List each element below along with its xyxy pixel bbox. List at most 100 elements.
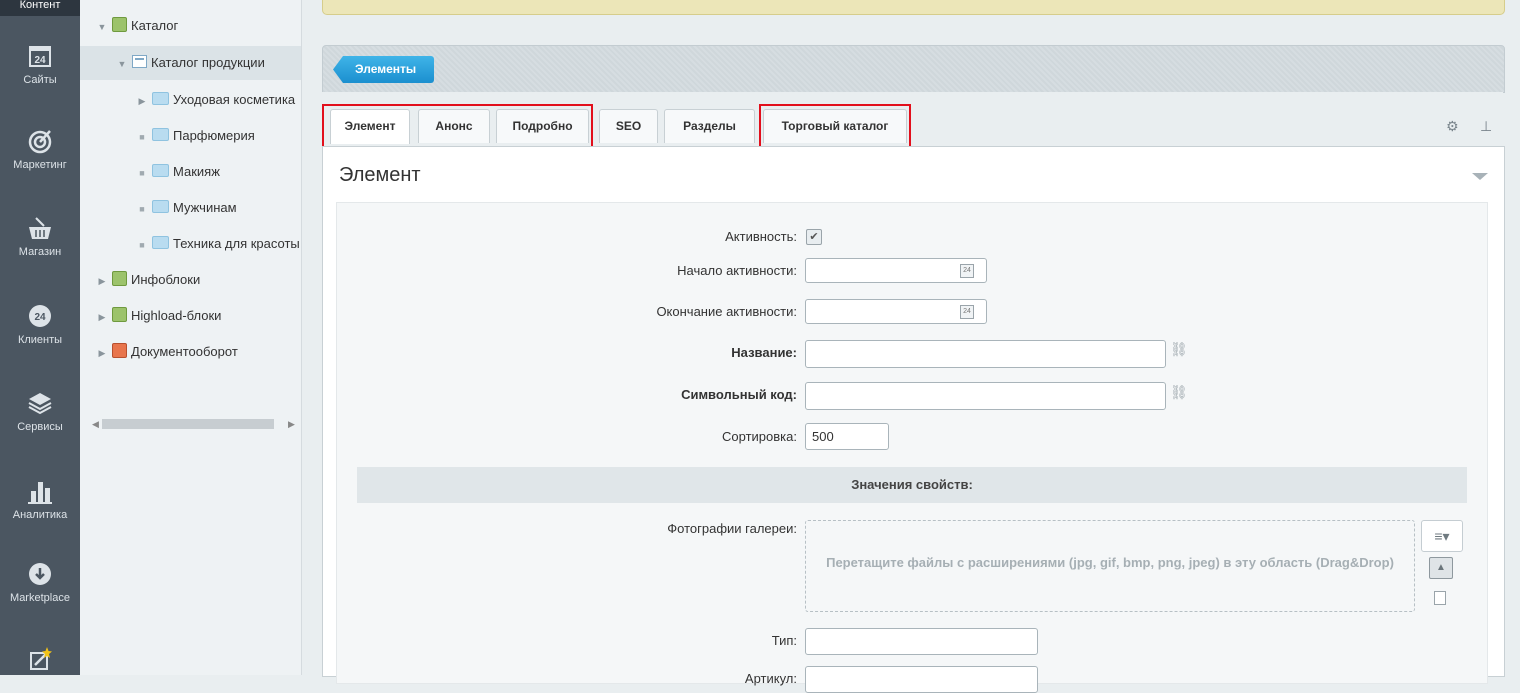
leaf-dot-icon: ■: [139, 168, 145, 178]
tree-item-product-catalog[interactable]: ▼ Каталог продукции: [80, 46, 301, 80]
menu-icon: ≡▾: [1434, 528, 1450, 544]
folder-icon: [152, 164, 169, 177]
tree-item-catalog[interactable]: ▼ Каталог: [80, 9, 301, 43]
folder-icon: [152, 128, 169, 141]
collapse-arrow-icon[interactable]: ▶: [96, 300, 108, 334]
tree-item-highload[interactable]: ▶ Highload-блоки: [80, 299, 301, 333]
type-input[interactable]: [805, 628, 1038, 655]
end-date-input[interactable]: 24: [805, 299, 987, 324]
tree-item-men[interactable]: ■ Мужчинам: [80, 191, 301, 225]
highlight-box-trade-catalog: [759, 104, 911, 149]
section-title: Элемент: [339, 164, 421, 186]
calendar-icon[interactable]: 24: [960, 264, 974, 278]
code-label: Символьный код:: [681, 387, 797, 402]
tree-item-makeup[interactable]: ■ Макияж: [80, 155, 301, 189]
rail-item-services[interactable]: Сервисы: [0, 389, 80, 433]
gallery-label: Фотографии галереи:: [667, 521, 797, 536]
tree-item-label: Техника для красоты: [173, 236, 300, 251]
tree-horizontal-scrollbar[interactable]: ◀ ▶: [90, 417, 300, 431]
rail-item-marketplace[interactable]: Marketplace: [0, 560, 80, 604]
element-edit-panel: Элемент Активность: ✔ Начало активности:…: [322, 146, 1505, 693]
tree-item-infoblocks[interactable]: ▶ Инфоблоки: [80, 263, 301, 297]
file-dropzone[interactable]: Перетащите файлы с расширениями (jpg, gi…: [805, 520, 1415, 612]
rail-item-sites[interactable]: 24 Сайты: [0, 42, 80, 86]
rail-item-label: Сайты: [23, 74, 57, 86]
scrollbar-thumb[interactable]: [102, 419, 274, 429]
cloud-download-icon: [29, 563, 51, 585]
dropzone-text: Перетащите файлы с расширениями (jpg, gi…: [826, 555, 1394, 570]
end-date-label: Окончание активности:: [656, 304, 797, 319]
iblock-list-icon: [132, 55, 147, 68]
collapse-arrow-icon[interactable]: ▶: [96, 264, 108, 298]
rail-item-shop[interactable]: Магазин: [0, 214, 80, 258]
tree-item-label: Мужчинам: [173, 200, 237, 215]
start-date-label: Начало активности:: [677, 263, 797, 278]
layers-icon: [28, 393, 52, 415]
calendar-icon[interactable]: 24: [960, 305, 974, 319]
toolbar: Элементы: [322, 45, 1505, 93]
tree-item-label: Парфюмерия: [173, 128, 255, 143]
gear-icon[interactable]: ⚙: [1446, 118, 1459, 135]
tree-item-label: Каталог: [131, 18, 179, 33]
collapse-section-icon[interactable]: [1472, 173, 1488, 180]
expand-arrow-icon[interactable]: ▼: [116, 47, 128, 81]
start-date-input[interactable]: 24: [805, 258, 987, 283]
tree-item-label: Уходовая косметика: [173, 92, 296, 107]
highload-icon: [112, 307, 127, 322]
left-navigation-rail: Контент 24 Сайты Маркетинг Магазин 24 Кл…: [0, 0, 80, 675]
elements-back-button[interactable]: Элементы: [333, 56, 435, 83]
element-form: Активность: ✔ Начало активности: 24 Окон…: [336, 202, 1488, 693]
sort-input[interactable]: 500: [805, 423, 889, 450]
workflow-icon: [112, 343, 127, 358]
article-label: Артикул:: [744, 671, 797, 686]
tree-item-perfume[interactable]: ■ Парфюмерия: [80, 119, 301, 153]
basket-icon: [29, 217, 51, 239]
tree-item-label: Макияж: [173, 164, 220, 179]
folder-icon: [152, 200, 169, 213]
folder-icon: [152, 236, 169, 249]
image-upload-icon[interactable]: ▲: [1429, 557, 1453, 579]
tree-item-label: Highload-блоки: [131, 308, 222, 323]
dropzone-menu-button[interactable]: ≡▾: [1421, 520, 1463, 552]
tree-item-skincare[interactable]: ▶ Уходовая косметика: [80, 83, 301, 117]
rail-item-analytics[interactable]: Аналитика: [0, 477, 80, 521]
symbolic-code-input[interactable]: [805, 382, 1166, 410]
name-label: Название:: [731, 345, 797, 360]
name-input[interactable]: [805, 340, 1166, 368]
tab-seo[interactable]: SEO: [599, 109, 658, 143]
bar-chart-icon: [28, 482, 52, 504]
pin-icon[interactable]: ⊥: [1480, 118, 1492, 135]
rail-item-label: Маркетинг: [13, 159, 67, 171]
folder-icon: [152, 92, 169, 105]
infoblocks-icon: [112, 271, 127, 286]
rail-item-clients[interactable]: 24 Клиенты: [0, 302, 80, 346]
link-chain-icon[interactable]: ⛓: [1170, 384, 1188, 401]
svg-text:24: 24: [34, 312, 46, 323]
tree-item-label: Инфоблоки: [131, 272, 201, 287]
rail-item-marketing[interactable]: Маркетинг: [0, 127, 80, 171]
tree-item-workflow[interactable]: ▶ Документооборот: [80, 335, 301, 369]
rail-item-label: Магазин: [18, 246, 62, 258]
collapse-arrow-icon[interactable]: ▶: [136, 84, 148, 118]
iblock-type-icon: [112, 17, 127, 32]
leaf-dot-icon: ■: [139, 204, 145, 214]
link-chain-icon[interactable]: ⛓: [1170, 341, 1188, 358]
scroll-right-icon[interactable]: ▶: [288, 417, 295, 431]
article-input[interactable]: [805, 666, 1038, 693]
rail-item-label: Сервисы: [17, 421, 63, 433]
active-checkbox[interactable]: ✔: [806, 229, 822, 245]
tree-item-beauty-tech[interactable]: ■ Техника для красоты: [80, 227, 301, 261]
tab-bar: Элемент Анонс Подробно SEO Разделы Торго…: [322, 92, 1503, 149]
active-label: Активность:: [725, 229, 797, 244]
rail-item-label: Аналитика: [12, 509, 68, 521]
calendar-24-icon: 24: [29, 46, 51, 67]
file-upload-icon[interactable]: [1434, 591, 1446, 605]
tree-item-label: Каталог продукции: [151, 55, 265, 70]
highlight-box-tabs: [322, 104, 593, 149]
tab-sections[interactable]: Разделы: [664, 109, 755, 143]
rail-item-wizard[interactable]: [0, 645, 80, 677]
rail-item-content[interactable]: Контент: [0, 0, 80, 16]
scroll-left-icon[interactable]: ◀: [92, 417, 99, 431]
expand-arrow-icon[interactable]: ▼: [96, 10, 108, 44]
collapse-arrow-icon[interactable]: ▶: [96, 336, 108, 370]
